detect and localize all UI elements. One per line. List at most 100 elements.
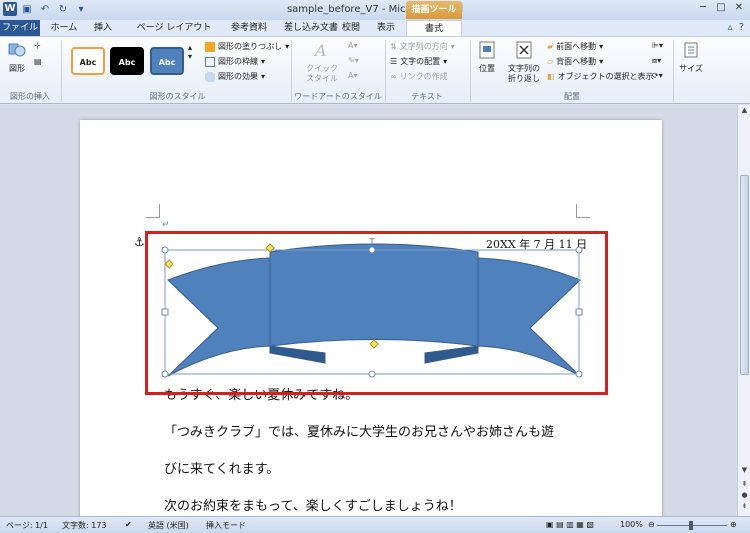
group-label-wordart: ワードアートのスタイル — [294, 92, 382, 101]
shape-effects-button[interactable]: 図形の効果 ▾ — [205, 71, 265, 82]
text-direction-button[interactable]: ⇅ 文字列の方向 ▾ — [390, 41, 455, 52]
body-line-3: びに来てくれます。 — [164, 462, 280, 477]
selection-pane-icon: ◧ — [547, 72, 555, 81]
paragraph-mark: ↵ — [162, 220, 170, 230]
shape-style-blue[interactable]: Abc — [150, 47, 184, 75]
create-link-button[interactable]: ∞ リンクの作成 — [390, 71, 448, 82]
text-outline-icon[interactable]: ✎▾ — [348, 56, 359, 65]
tab-references[interactable]: 参考資料 — [224, 20, 274, 36]
anchor-icon: ⚓ — [134, 235, 145, 249]
bring-forward-label: 前面へ移動 — [556, 42, 597, 51]
scroll-thumb[interactable] — [740, 175, 749, 375]
textbox-icon[interactable]: ▤ — [34, 57, 42, 66]
effects-icon — [205, 71, 215, 82]
tab-view[interactable]: 表示 — [370, 20, 402, 36]
body-line-4: 次のお約束をまもって、楽しくすごしましょうね！ — [164, 499, 462, 514]
window-controls: ─ □ ✕ — [694, 1, 748, 15]
ribbon-tabs: ファイル ホーム 挿入 ページ レイアウト 参考資料 差し込み文書 校閲 表示 … — [0, 20, 750, 37]
rotate-icon[interactable]: ⟳▾ — [652, 71, 663, 80]
wrap-text-icon — [516, 41, 532, 59]
group-separator — [673, 40, 674, 102]
position-label: 位置 — [479, 64, 495, 73]
shape-outline-label: 図形の枠線 — [218, 57, 258, 66]
edit-shape-icon[interactable]: ⊹ — [34, 41, 41, 50]
quick-style-label-1: クイック — [306, 64, 338, 73]
minimize-icon[interactable]: ─ — [694, 1, 712, 15]
document-page[interactable]: ↵ 20XX 年 7 月 11 日 もうすぐ、楽しい夏休みですね。 「つみきクラ… — [80, 120, 662, 516]
text-fill-icon[interactable]: A▾ — [348, 41, 358, 50]
position-button[interactable]: 位置 — [474, 41, 500, 74]
group-separator — [470, 40, 471, 102]
text-align-button[interactable]: ☰ 文字の配置 ▾ — [390, 56, 447, 67]
page-count[interactable]: ページ: 1/1 — [6, 520, 48, 531]
tab-file[interactable]: ファイル — [0, 20, 40, 36]
shape-outline-button[interactable]: 図形の枠線 ▾ — [205, 56, 265, 67]
insert-mode[interactable]: 挿入モード — [206, 520, 246, 531]
position-icon — [479, 41, 495, 59]
scroll-up-icon[interactable]: ▲ — [739, 105, 750, 116]
ribbon-format: 図形 ⊹ ▤ 図形の挿入 Abc Abc Abc ▴ ▾ 図形の塗りつぶし ▾ 図形… — [0, 36, 750, 104]
tab-page-layout[interactable]: ページ レイアウト — [126, 20, 222, 36]
wrap-label-2: 折り返し — [508, 74, 540, 83]
view-buttons[interactable]: ▣ ▤ ▥ ▦ ▧ — [546, 520, 594, 529]
minimize-ribbon-icon[interactable]: ▵ — [728, 22, 733, 33]
text-direction-label: 文字列の方向 — [399, 42, 448, 51]
selection-pane-button[interactable]: ◧ オブジェクトの選択と表示 — [547, 71, 654, 82]
document-workspace: ↵ 20XX 年 7 月 11 日 もうすぐ、楽しい夏休みですね。 「つみきクラ… — [0, 105, 737, 516]
close-icon[interactable]: ✕ — [730, 1, 748, 15]
selection-pane-label: オブジェクトの選択と表示 — [557, 72, 654, 81]
create-link-label: リンクの作成 — [399, 72, 448, 81]
wordart-a-icon: A — [313, 41, 327, 60]
vertical-scrollbar[interactable]: ▲ ▼ ⇞ ● ⇟ — [737, 105, 750, 516]
margin-corner-tl — [146, 204, 160, 218]
shape-styles-scroll[interactable]: ▴ ▾ — [188, 43, 192, 61]
shapes-icon — [8, 43, 26, 57]
shape-style-outline[interactable]: Abc — [71, 47, 105, 75]
prev-page-icon[interactable]: ⇞ — [739, 479, 750, 490]
zoom-out-icon[interactable]: ⊖ — [648, 520, 655, 529]
shape-style-black[interactable]: Abc — [110, 47, 144, 75]
margin-corner-tr — [576, 204, 590, 218]
zoom-in-icon[interactable]: ⊕ — [730, 520, 737, 529]
shapes-button[interactable]: 図形 — [4, 41, 30, 74]
text-effects-icon[interactable]: A▾ — [348, 71, 358, 80]
text-direction-icon: ⇅ — [390, 42, 397, 51]
bring-forward-button[interactable]: ▰ 前面へ移動 ▾ — [547, 41, 603, 52]
group-label-insert-shapes: 図形の挿入 — [10, 92, 50, 101]
shape-effects-label: 図形の効果 — [218, 72, 258, 81]
size-icon — [684, 42, 698, 58]
send-backward-button[interactable]: ▱ 背面へ移動 ▾ — [547, 56, 603, 67]
size-button[interactable]: サイズ — [677, 41, 705, 74]
quick-styles-button[interactable]: A クイック スタイル — [300, 41, 344, 84]
shape-fill-button[interactable]: 図形の塗りつぶし ▾ — [205, 41, 289, 52]
group-label-arrange: 配置 — [564, 92, 580, 101]
shape-fill-label: 図形の塗りつぶし — [218, 42, 283, 51]
tab-format[interactable]: 書式 — [406, 20, 462, 37]
language-indicator[interactable]: 英語 (米国) — [148, 520, 189, 531]
title-bar: W ▣ ↶ ↻ ▾ sample_before_V7 - Microsoft W… — [0, 0, 750, 20]
text-align-icon: ☰ — [390, 57, 398, 66]
help-icon[interactable]: ? — [739, 22, 744, 33]
body-line-2: 「つみきクラブ」では、夏休みに大学生のお兄さんやお姉さんも遊 — [164, 425, 555, 440]
link-icon: ∞ — [390, 72, 397, 81]
pen-icon — [205, 56, 215, 67]
tab-home[interactable]: ホーム — [44, 20, 84, 36]
group-separator — [61, 40, 62, 102]
align-icon[interactable]: ⊫▾ — [652, 41, 663, 50]
tab-review[interactable]: 校閲 — [334, 20, 368, 36]
browse-object-icon[interactable]: ● — [739, 490, 750, 501]
paint-bucket-icon — [205, 41, 215, 52]
scroll-down-icon[interactable]: ▼ — [739, 465, 750, 476]
status-bar: ページ: 1/1 文字数: 173 ✔ 英語 (米国) 挿入モード ▣ ▤ ▥ … — [0, 516, 750, 533]
next-page-icon[interactable]: ⇟ — [739, 501, 750, 512]
text-align-label: 文字の配置 — [400, 57, 441, 66]
maximize-icon[interactable]: □ — [712, 1, 730, 15]
group-icon[interactable]: ⧈▾ — [652, 56, 661, 66]
tab-insert[interactable]: 挿入 — [86, 20, 120, 36]
zoom-slider-knob[interactable] — [689, 521, 693, 530]
word-count[interactable]: 文字数: 173 — [62, 520, 107, 531]
drawing-tools-header: 描画ツール — [406, 1, 462, 19]
wrap-text-button[interactable]: 文字列の 折り返し — [504, 41, 544, 84]
zoom-level[interactable]: 100% — [620, 520, 643, 529]
proofing-icon[interactable]: ✔ — [125, 520, 132, 529]
